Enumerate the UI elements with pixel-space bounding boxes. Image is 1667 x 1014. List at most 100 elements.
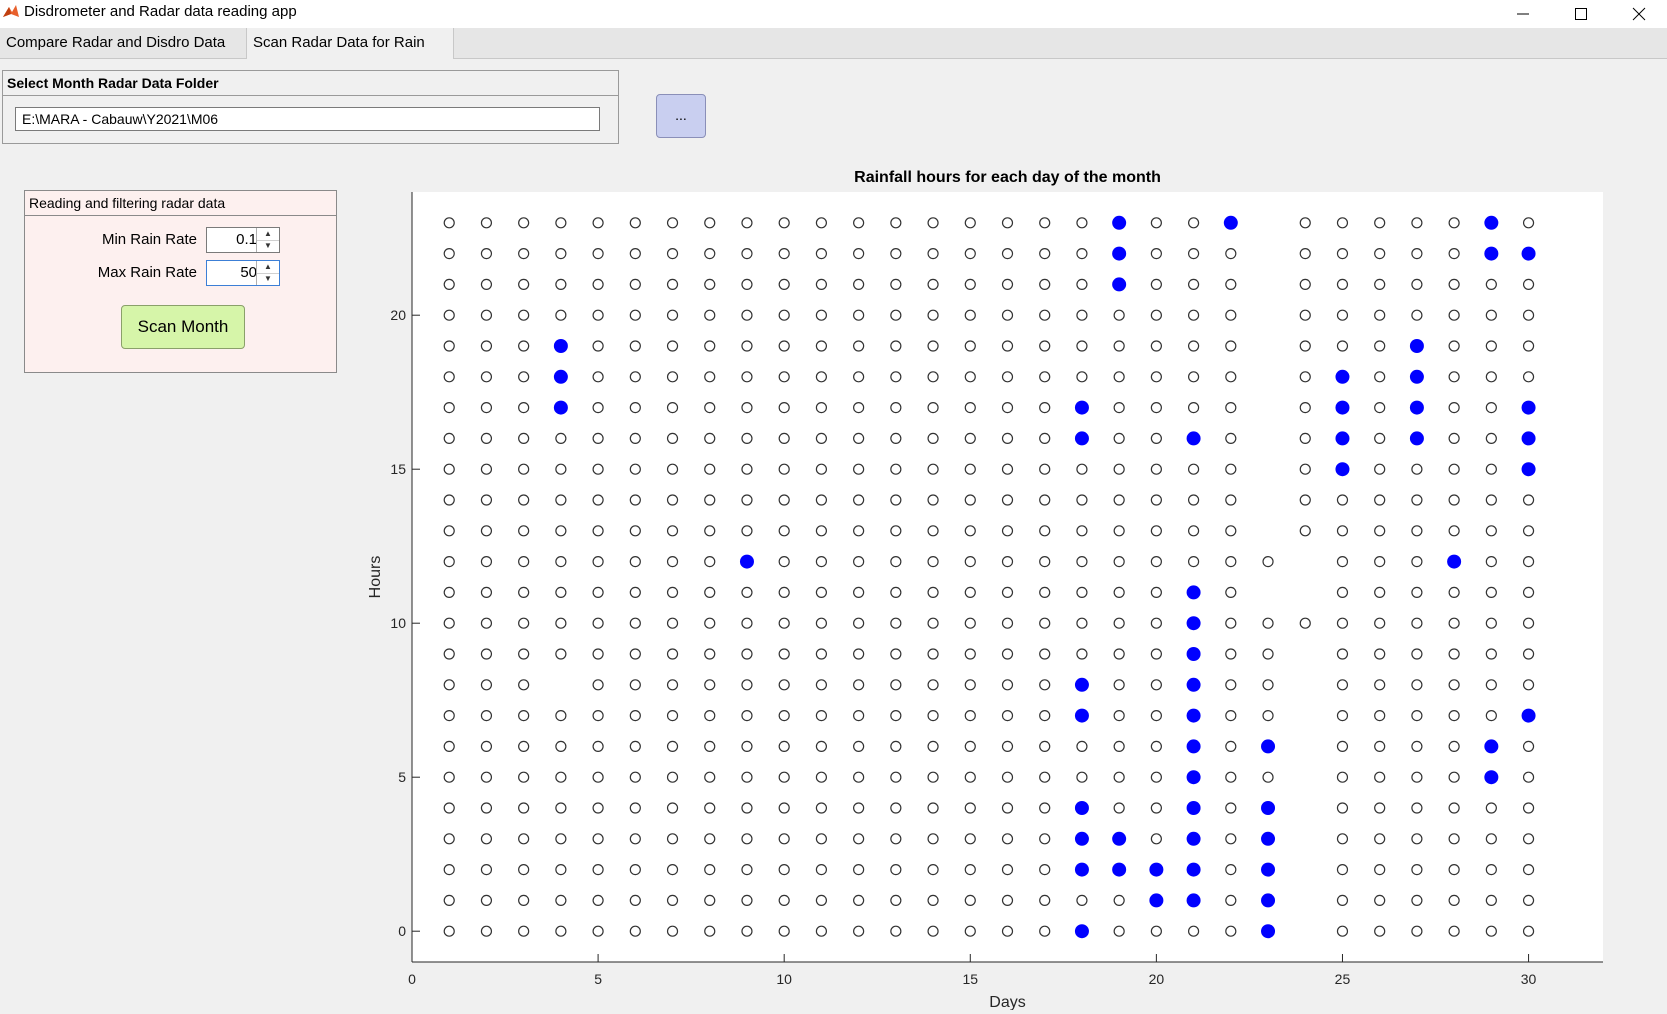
minimize-button[interactable] — [1495, 0, 1551, 28]
rain-hour-point — [1112, 862, 1127, 877]
max-rain-rate-spinner[interactable]: 50 ▲ ▼ — [206, 260, 280, 286]
min-rain-rate-label: Min Rain Rate — [101, 231, 197, 248]
rain-hour-point — [553, 339, 568, 353]
x-axis-label: Days — [989, 994, 1025, 1010]
rain-hour-point — [1074, 677, 1089, 692]
maximize-button[interactable] — [1553, 0, 1609, 28]
rain-hour-point — [1186, 893, 1201, 908]
min-rain-rate-arrows: ▲ ▼ — [256, 228, 279, 252]
rain-hour-point — [1149, 893, 1164, 908]
y-axis-label: Hours — [367, 556, 384, 599]
matlab-logo-icon — [3, 5, 19, 17]
rain-hour-point — [553, 400, 568, 415]
rain-hour-point — [1521, 246, 1536, 261]
rain-hour-point — [1074, 924, 1089, 939]
rain-hour-point — [1484, 770, 1499, 785]
minimize-icon — [1517, 13, 1529, 15]
rain-hour-point — [1447, 554, 1462, 569]
rain-hour-point — [1409, 369, 1424, 384]
rain-hour-point — [1186, 585, 1201, 600]
y-tick-label: 0 — [398, 923, 406, 939]
rain-hour-point — [1223, 215, 1238, 230]
rainfall-scatter-chart: Rainfall hours for each day of the month… — [367, 169, 1603, 1010]
chart-title: Rainfall hours for each day of the month — [854, 169, 1161, 186]
rain-hour-point — [553, 369, 568, 384]
rain-hour-point — [1261, 801, 1276, 815]
rain-hour-point — [1149, 862, 1164, 877]
y-tick-label: 10 — [390, 615, 406, 631]
min-rain-rate-value[interactable]: 0.1 — [207, 228, 257, 252]
y-tick-label: 15 — [390, 461, 406, 477]
rain-hour-point — [1261, 862, 1276, 877]
rain-hour-point — [1186, 647, 1201, 661]
rain-hour-point — [1074, 708, 1089, 723]
folder-panel-title: Select Month Radar Data Folder — [7, 75, 219, 91]
rain-hour-point — [1112, 246, 1127, 261]
rain-hour-point — [1521, 708, 1536, 723]
rain-hour-point — [1186, 831, 1201, 846]
rain-hour-point — [1484, 246, 1499, 261]
decrement-icon[interactable]: ▼ — [257, 273, 279, 285]
min-rain-rate-spinner[interactable]: 0.1 ▲ ▼ — [206, 227, 280, 253]
browse-folder-button[interactable]: ... — [656, 94, 706, 138]
rain-hour-point — [1521, 462, 1536, 477]
x-tick-label: 0 — [408, 971, 416, 987]
rain-hour-point — [1335, 369, 1350, 384]
rain-hour-point — [1186, 801, 1201, 815]
rain-hour-point — [1112, 277, 1127, 292]
rain-hour-point — [1409, 431, 1424, 446]
scan-month-button[interactable]: Scan Month — [121, 305, 245, 349]
max-rain-rate-arrows: ▲ ▼ — [256, 261, 279, 285]
rain-hour-point — [1484, 215, 1499, 230]
filter-panel: Reading and filtering radar data Min Rai… — [24, 190, 337, 373]
max-rain-rate-label: Max Rain Rate — [97, 264, 197, 281]
folder-panel: Select Month Radar Data Folder E:\MARA -… — [2, 70, 619, 144]
rain-hour-point — [1409, 339, 1424, 353]
rain-hour-point — [1074, 400, 1089, 415]
rain-hour-point — [739, 554, 754, 569]
x-tick-label: 15 — [962, 971, 978, 987]
tab-bar: Compare Radar and Disdro Data Scan Radar… — [0, 28, 1667, 59]
rain-hour-point — [1335, 400, 1350, 415]
rain-hour-point — [1261, 739, 1276, 754]
filter-panel-title: Reading and filtering radar data — [29, 195, 226, 211]
filter-panel-header: Reading and filtering radar data — [25, 191, 336, 216]
tab-compare-radar-disdro[interactable]: Compare Radar and Disdro Data — [0, 28, 231, 58]
decrement-icon[interactable]: ▼ — [257, 240, 279, 252]
rain-hour-point — [1335, 462, 1350, 477]
rain-hour-point — [1074, 831, 1089, 846]
rain-hour-point — [1335, 431, 1350, 446]
rain-hour-point — [1261, 924, 1276, 939]
x-tick-label: 25 — [1335, 971, 1351, 987]
rain-hour-point — [1186, 677, 1201, 692]
rain-hour-point — [1261, 893, 1276, 908]
maximize-icon — [1575, 8, 1587, 20]
close-icon — [1632, 7, 1646, 21]
x-tick-label: 5 — [594, 971, 602, 987]
close-button[interactable] — [1611, 0, 1667, 28]
rain-hour-point — [1186, 862, 1201, 877]
folder-panel-header: Select Month Radar Data Folder — [3, 71, 618, 96]
rain-hour-point — [1074, 801, 1089, 815]
plot-area — [412, 192, 1603, 962]
rain-hour-point — [1074, 431, 1089, 446]
folder-path-input[interactable]: E:\MARA - Cabauw\Y2021\M06 — [15, 107, 600, 131]
x-tick-label: 20 — [1149, 971, 1165, 987]
max-rain-rate-value[interactable]: 50 — [207, 261, 257, 285]
rain-hour-point — [1484, 739, 1499, 754]
window-title: Disdrometer and Radar data reading app — [24, 3, 297, 20]
x-tick-label: 30 — [1521, 971, 1537, 987]
rain-hour-point — [1186, 708, 1201, 723]
tab-scan-radar-rain[interactable]: Scan Radar Data for Rain — [246, 28, 454, 59]
rain-hour-point — [1521, 431, 1536, 446]
title-bar: Disdrometer and Radar data reading app — [0, 0, 1667, 28]
rain-hour-point — [1186, 431, 1201, 446]
rain-hour-point — [1186, 770, 1201, 785]
rain-hour-point — [1074, 862, 1089, 877]
rain-hour-point — [1112, 831, 1127, 846]
rain-hour-point — [1186, 616, 1201, 631]
rain-hour-point — [1186, 739, 1201, 754]
rain-hour-point — [1112, 215, 1127, 230]
rain-hour-point — [1521, 400, 1536, 415]
x-tick-label: 10 — [776, 971, 792, 987]
